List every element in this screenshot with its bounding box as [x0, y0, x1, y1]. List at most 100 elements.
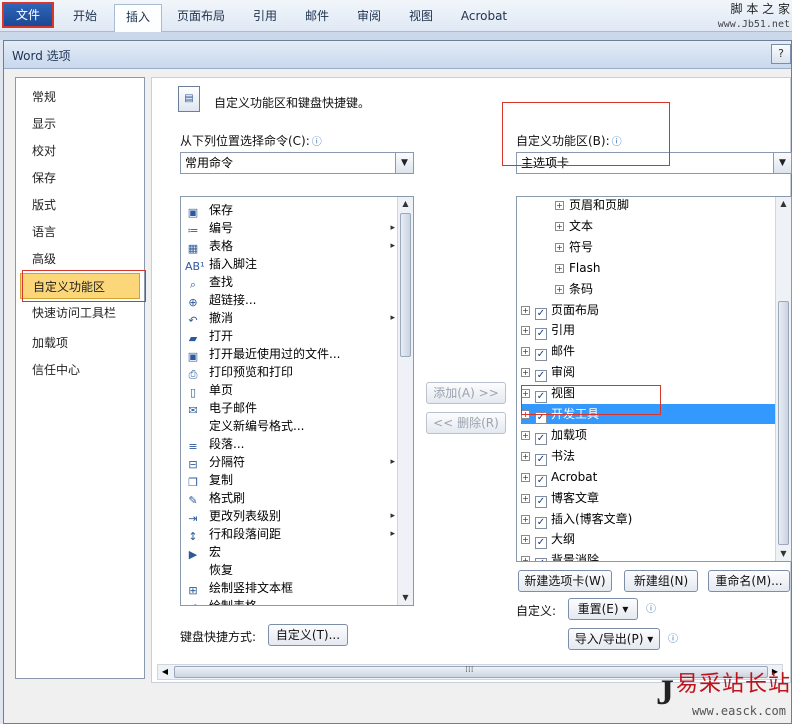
import-export-button[interactable]: 导入/导出(P) ▾ [568, 628, 660, 650]
nav-item-quick-access[interactable]: 快速访问工具栏 [20, 300, 140, 326]
scroll-thumb[interactable] [400, 213, 411, 357]
checkbox[interactable]: ✓ [535, 558, 547, 561]
command-item[interactable]: ≡ 段落... [185, 435, 397, 453]
tab-references[interactable]: 引用 [244, 4, 286, 28]
expand-icon[interactable]: + [555, 201, 564, 210]
expand-icon[interactable]: + [521, 493, 530, 503]
scroll-down-icon[interactable]: ▼ [398, 591, 413, 605]
expand-icon[interactable]: + [521, 326, 530, 336]
scroll-down-icon[interactable]: ▼ [776, 547, 791, 561]
tree-node[interactable]: + ✓ 插入(博客文章) [521, 509, 775, 529]
scroll-left-icon[interactable]: ◀ [158, 665, 172, 679]
nav-item-layout[interactable]: 版式 [20, 192, 140, 218]
tree-node[interactable]: + ✓ 视图 [521, 383, 775, 404]
expand-icon[interactable]: + [521, 514, 530, 524]
chevron-down-icon[interactable]: ▼ [395, 153, 413, 173]
nav-item-display[interactable]: 显示 [20, 111, 140, 137]
checkbox[interactable]: ✓ [535, 349, 547, 362]
checkbox[interactable]: ✓ [535, 495, 547, 508]
command-item[interactable]: ✉ 电子邮件 [185, 399, 397, 417]
tree-node[interactable]: + ✓ 大纲 [521, 529, 775, 550]
expand-icon[interactable]: + [521, 472, 530, 482]
checkbox[interactable]: ✓ [535, 453, 547, 466]
checkbox[interactable]: ✓ [535, 474, 547, 487]
commands-scrollbar[interactable]: ▲ ▼ [397, 197, 413, 605]
scroll-up-icon[interactable]: ▲ [776, 197, 791, 211]
scroll-thumb[interactable] [778, 301, 789, 545]
ribbon-tree[interactable]: + 页眉和页脚 + 文本 + 符号 + Flash + 条码 + ✓ 页面布局 + ✓ 引用 + ✓ 邮件 + ✓ 审阅 +… [516, 196, 792, 562]
tree-node[interactable]: + ✓ 加载项 [521, 425, 775, 445]
expand-icon[interactable]: + [521, 305, 530, 315]
command-item[interactable]: ▣ 保存 [185, 201, 397, 219]
tab-home[interactable]: 开始 [62, 4, 108, 28]
nav-item-advanced[interactable]: 高级 [20, 246, 140, 272]
command-item[interactable]: ⎙ 打印预览和打印 [185, 363, 397, 381]
chevron-down-icon[interactable]: ▼ [773, 153, 791, 173]
expand-icon[interactable]: + [555, 284, 564, 294]
add-button[interactable]: 添加(A) >> [426, 382, 506, 404]
command-item[interactable]: ▰ 打开 [185, 327, 397, 345]
checkbox[interactable]: ✓ [535, 516, 547, 529]
tab-file[interactable]: 文件 [2, 2, 54, 28]
command-item[interactable]: ▶ 宏 [185, 543, 397, 561]
tree-scrollbar[interactable]: ▲ ▼ [775, 197, 791, 561]
tree-node[interactable]: + Flash [555, 258, 767, 278]
tree-node[interactable]: + ✓ 开发工具 [521, 404, 775, 424]
expand-icon[interactable]: + [521, 368, 530, 378]
command-item[interactable]: ⊞ 绘制竖排文本框 [185, 579, 397, 597]
nav-item-trust-center[interactable]: 信任中心 [20, 357, 140, 383]
checkbox[interactable]: ✓ [535, 537, 547, 550]
nav-item-save[interactable]: 保存 [20, 165, 140, 191]
commands-list[interactable]: ▣ 保存 ≔ 编号 ▸ ▦ 表格 ▸ AB¹ 插入脚注 ⌕ 查找 ⊕ 超链接... ↶ 撤消 ▸ ▰ 打开 ▣ 打开最近… [180, 196, 414, 606]
command-item[interactable]: ⊟ 分隔符 ▸ [185, 453, 397, 471]
tree-node[interactable]: + ✓ 审阅 [521, 362, 775, 383]
expand-icon[interactable]: + [521, 535, 530, 545]
tree-node[interactable]: + ✓ 页面布局 [521, 300, 775, 320]
scroll-up-icon[interactable]: ▲ [398, 197, 413, 211]
new-tab-button[interactable]: 新建选项卡(W) [518, 570, 612, 592]
expand-icon[interactable]: + [521, 410, 530, 419]
remove-button[interactable]: << 删除(R) [426, 412, 506, 434]
tree-node[interactable]: + ✓ 邮件 [521, 341, 775, 362]
rename-button[interactable]: 重命名(M)... [708, 570, 790, 592]
tab-insert[interactable]: 插入 [114, 4, 162, 33]
checkbox[interactable]: ✓ [535, 412, 547, 424]
command-item[interactable]: ⇥ 更改列表级别 ▸ [185, 507, 397, 525]
tree-node[interactable]: + 符号 [555, 237, 767, 257]
command-item[interactable]: ✎ 格式刷 [185, 489, 397, 507]
reset-button[interactable]: 重置(E) ▾ [568, 598, 638, 620]
keyboard-customize-button[interactable]: 自定义(T)... [268, 624, 348, 646]
checkbox[interactable]: ✓ [535, 391, 547, 404]
tree-node[interactable]: + ✓ Acrobat [521, 467, 775, 487]
command-item[interactable]: ▦ 表格 ▸ [185, 237, 397, 255]
tab-mailings[interactable]: 邮件 [296, 4, 338, 28]
tab-acrobat[interactable]: Acrobat [452, 4, 516, 28]
tree-node[interactable]: + ✓ 博客文章 [521, 488, 775, 508]
command-item[interactable]: ▯ 单页 [185, 381, 397, 399]
expand-icon[interactable]: + [555, 242, 564, 252]
help-button[interactable]: ? [771, 44, 791, 64]
command-item[interactable]: 定义新编号格式... [185, 417, 397, 435]
new-group-button[interactable]: 新建组(N) [624, 570, 698, 592]
nav-item-general[interactable]: 常规 [20, 84, 140, 110]
customize-ribbon-combo[interactable]: 主选项卡 ▼ [516, 152, 792, 174]
checkbox[interactable]: ✓ [535, 328, 547, 341]
tab-page-layout[interactable]: 页面布局 [168, 4, 234, 28]
expand-icon[interactable]: + [555, 263, 564, 273]
command-item[interactable]: ❐ 复制 [185, 471, 397, 489]
tree-node[interactable]: + 页眉和页脚 [555, 197, 767, 215]
command-item[interactable]: ⌕ 查找 [185, 273, 397, 291]
expand-icon[interactable]: + [555, 221, 564, 231]
expand-icon[interactable]: + [521, 451, 530, 461]
expand-icon[interactable]: + [521, 389, 530, 399]
nav-item-addins[interactable]: 加载项 [20, 330, 140, 356]
command-item[interactable]: ✐ 绘制表格 [185, 597, 397, 605]
tab-view[interactable]: 视图 [400, 4, 442, 28]
tree-node[interactable]: + 文本 [555, 216, 767, 236]
nav-item-language[interactable]: 语言 [20, 219, 140, 245]
checkbox[interactable]: ✓ [535, 370, 547, 383]
command-item[interactable]: ↶ 撤消 ▸ [185, 309, 397, 327]
command-item[interactable]: ≔ 编号 ▸ [185, 219, 397, 237]
nav-item-proofing[interactable]: 校对 [20, 138, 140, 164]
command-item[interactable]: 恢复 [185, 561, 397, 579]
